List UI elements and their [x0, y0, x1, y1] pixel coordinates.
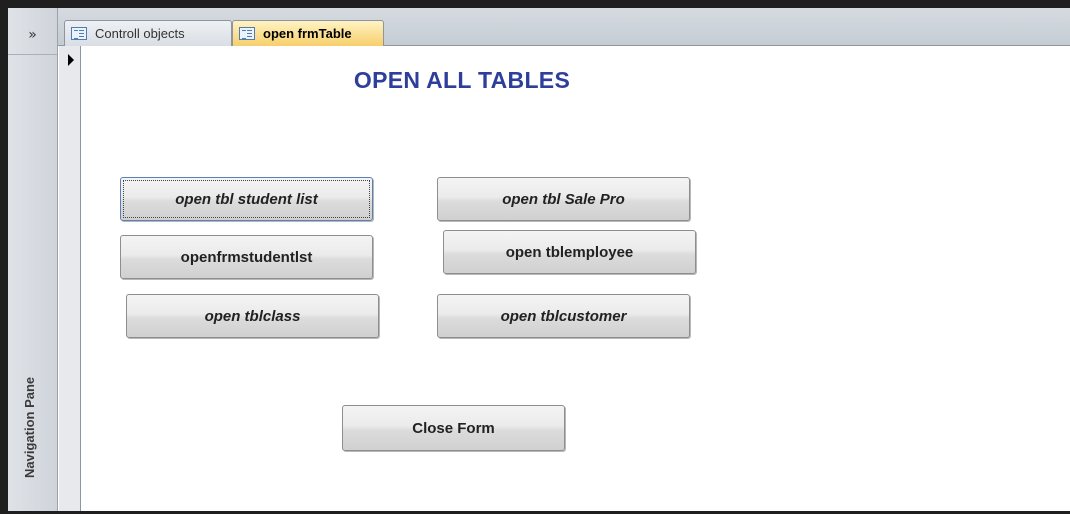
tab-label: Controll objects — [95, 26, 185, 41]
tab-open-frmtable[interactable]: open frmTable — [232, 20, 384, 46]
window-frame-top — [0, 0, 1070, 8]
document-tab-strip: Controll objects open frmTable — [58, 8, 1070, 46]
navigation-pane-label[interactable]: Navigation Pane — [22, 377, 37, 478]
open-frm-student-button[interactable]: openfrmstudentlst — [120, 235, 373, 279]
expand-nav-pane-icon[interactable]: » — [28, 27, 37, 43]
close-form-button[interactable]: Close Form — [342, 405, 565, 451]
form-icon — [71, 27, 87, 40]
navigation-pane[interactable]: » Navigation Pane — [8, 8, 58, 514]
open-sale-pro-button[interactable]: open tbl Sale Pro — [437, 177, 690, 221]
navigation-pane-header: » — [8, 16, 57, 55]
open-customer-button[interactable]: open tblcustomer — [437, 294, 690, 338]
form-icon — [239, 27, 255, 40]
current-record-arrow-icon — [68, 54, 74, 66]
open-class-button[interactable]: open tblclass — [126, 294, 379, 338]
form-body: OPEN ALL TABLES open tbl student list op… — [82, 47, 1070, 511]
open-employee-button[interactable]: open tblemployee — [443, 230, 696, 274]
open-student-list-button[interactable]: open tbl student list — [120, 177, 373, 221]
record-selector[interactable] — [59, 46, 81, 514]
window-frame-left — [0, 0, 8, 514]
tab-controll-objects[interactable]: Controll objects — [64, 20, 232, 46]
form-title: OPEN ALL TABLES — [353, 67, 571, 93]
tab-label: open frmTable — [263, 26, 352, 41]
